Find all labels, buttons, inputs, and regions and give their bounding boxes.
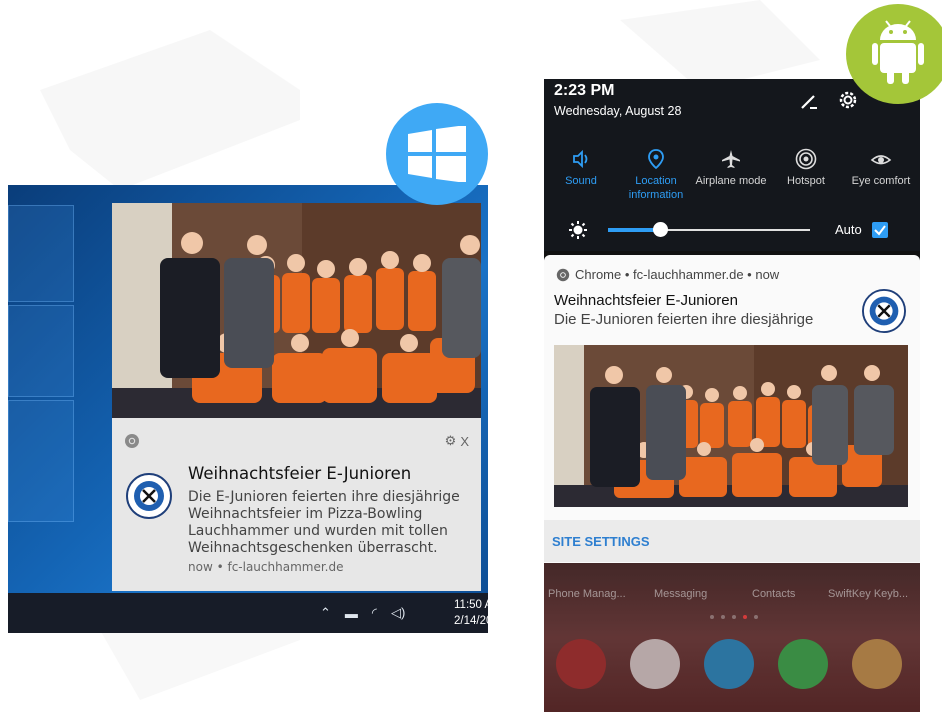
page-indicator bbox=[710, 615, 758, 619]
brightness-icon bbox=[569, 221, 587, 239]
tile-label: Airplane mode bbox=[695, 175, 767, 187]
toast-body: Die E-Junioren feierten ihre diesjährige… bbox=[188, 489, 460, 556]
team-photo bbox=[112, 203, 481, 418]
chrome-icon bbox=[125, 434, 139, 448]
app-label: Contacts bbox=[752, 588, 796, 600]
whatsapp-icon[interactable] bbox=[778, 639, 828, 689]
status-time: 2:23 PM bbox=[554, 82, 615, 99]
toast-hero-image bbox=[112, 203, 481, 418]
android-logo-badge bbox=[846, 4, 942, 104]
club-logo-icon bbox=[862, 289, 906, 333]
tile-eye-comfort[interactable]: Eye comfort bbox=[843, 148, 919, 188]
airplane-icon bbox=[722, 150, 740, 168]
toast-title: Weihnachtsfeier E-Junioren bbox=[188, 464, 412, 483]
skype-icon[interactable] bbox=[704, 639, 754, 689]
site-settings-bar[interactable]: SITE SETTINGS bbox=[544, 520, 920, 562]
desktop-logo-pane bbox=[8, 205, 74, 302]
clock-time: 11:50 A bbox=[454, 599, 493, 611]
home-screen-dimmed: Phone Manag... Messaging Contacts SwiftK… bbox=[544, 563, 920, 712]
edit-icon[interactable] bbox=[799, 91, 819, 111]
tile-label: Hotspot bbox=[787, 175, 825, 187]
phone-icon[interactable] bbox=[556, 639, 606, 689]
system-tray: ⌃ ▬ ◜ ◁) bbox=[320, 605, 405, 621]
chrome-icon bbox=[556, 268, 570, 281]
toast-controls: ⚙ X bbox=[445, 433, 469, 449]
tile-sound[interactable]: Sound bbox=[544, 148, 619, 188]
brightness-slider-handle[interactable] bbox=[653, 222, 668, 237]
notification-header: Chrome • fc-lauchhammer.de • now bbox=[556, 267, 779, 282]
sound-icon bbox=[573, 149, 588, 169]
tile-label: Sound bbox=[565, 175, 597, 187]
app-label: Phone Manag... bbox=[548, 588, 626, 600]
notification-source: Chrome • fc-lauchhammer.de • now bbox=[575, 267, 780, 282]
windows-logo-icon bbox=[408, 126, 466, 182]
tile-airplane[interactable]: Airplane mode bbox=[693, 148, 769, 188]
tile-hotspot[interactable]: Hotspot bbox=[768, 148, 844, 188]
chevron-up-icon[interactable]: ⌃ bbox=[320, 605, 331, 621]
settings-gear-icon[interactable] bbox=[837, 89, 859, 111]
club-logo-icon bbox=[126, 473, 172, 519]
gmail-icon[interactable] bbox=[630, 639, 680, 689]
status-date: Wednesday, August 28 bbox=[554, 104, 682, 118]
windows-logo-badge bbox=[386, 103, 488, 205]
site-settings-button[interactable]: SITE SETTINGS bbox=[552, 534, 650, 549]
android-robot-icon bbox=[872, 20, 924, 84]
android-screen: 2:23 PM Wednesday, August 28 Sound Locat… bbox=[544, 79, 920, 712]
desktop-logo-pane bbox=[8, 305, 74, 397]
app-label: Messaging bbox=[654, 588, 708, 600]
close-button[interactable]: X bbox=[460, 434, 469, 449]
notification-image bbox=[554, 345, 908, 507]
app-label: SwiftKey Keyb... bbox=[828, 588, 909, 600]
toast-meta: now • fc-lauchhammer.de bbox=[188, 560, 344, 574]
hotspot-icon bbox=[795, 148, 817, 170]
clock-date: 2/14/20 bbox=[454, 615, 493, 627]
tile-label: Location information bbox=[628, 175, 684, 201]
battery-icon[interactable]: ▬ bbox=[345, 606, 358, 621]
team-photo bbox=[554, 345, 908, 507]
notification-body: Die E-Junioren feierten ihre diesjährige bbox=[554, 311, 814, 328]
notification-title: Weihnachtsfeier E-Junioren bbox=[554, 292, 738, 309]
check-icon bbox=[874, 225, 886, 236]
volume-icon[interactable]: ◁) bbox=[391, 605, 405, 621]
tile-location[interactable]: Location information bbox=[618, 148, 694, 202]
settings-gear-icon[interactable]: ⚙ bbox=[445, 433, 457, 449]
wifi-icon[interactable]: ◜ bbox=[372, 605, 377, 621]
chrome-icon[interactable] bbox=[852, 639, 902, 689]
chrome-notification[interactable]: Chrome • fc-lauchhammer.de • now Weihnac… bbox=[544, 255, 920, 563]
taskbar-clock[interactable]: 11:50 A 2/14/20 bbox=[454, 597, 492, 629]
auto-brightness-label: Auto bbox=[835, 222, 862, 237]
windows-toast-notification[interactable]: ⚙ X Weihnachtsfeier E-Junioren Die E-Jun… bbox=[112, 203, 481, 591]
quick-settings-panel: 2:23 PM Wednesday, August 28 Sound Locat… bbox=[544, 79, 920, 251]
windows-taskbar: ⌃ ▬ ◜ ◁) 11:50 A 2/14/20 bbox=[8, 593, 492, 633]
tile-label: Eye comfort bbox=[851, 175, 911, 187]
location-icon bbox=[648, 149, 664, 170]
eye-icon bbox=[870, 155, 892, 165]
auto-brightness-checkbox[interactable] bbox=[872, 222, 888, 238]
desktop-logo-pane bbox=[8, 400, 74, 522]
